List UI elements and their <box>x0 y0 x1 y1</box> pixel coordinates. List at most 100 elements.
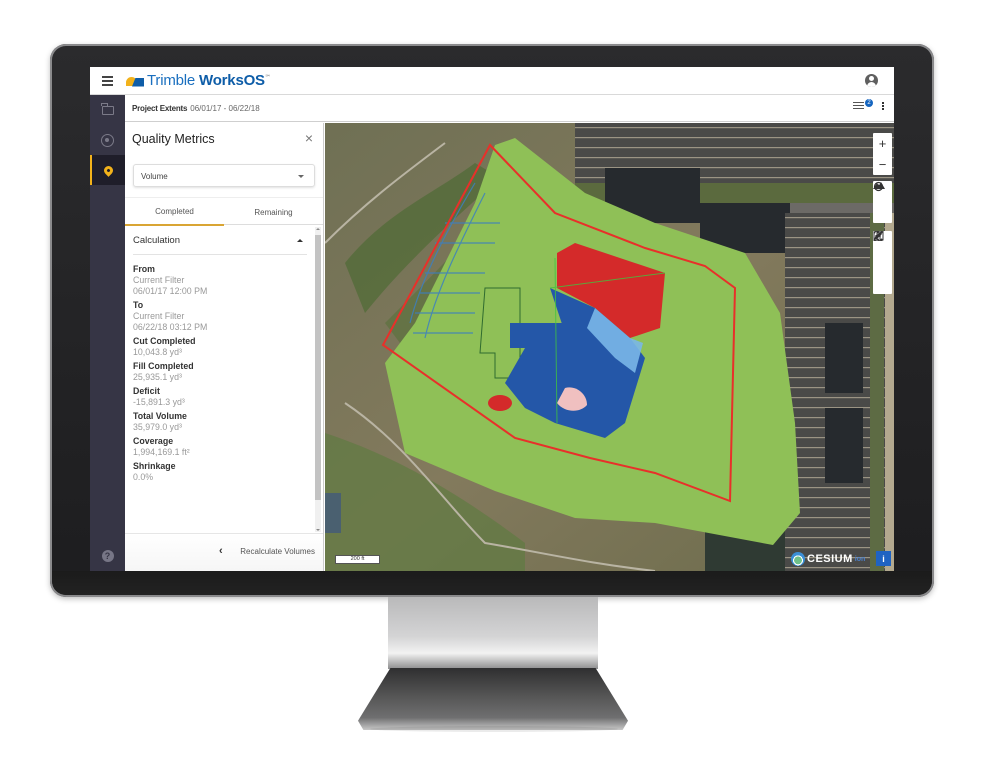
metric-label: To <box>133 300 144 310</box>
recalculate-volumes-button[interactable]: Recalculate Volumes <box>240 547 315 556</box>
building <box>825 323 863 393</box>
more-options-icon[interactable] <box>882 104 884 107</box>
metric-value: 06/01/17 12:00 PM <box>133 286 208 296</box>
account-icon[interactable] <box>865 74 878 87</box>
attribution-suffix: ion <box>854 555 866 563</box>
tab-remaining[interactable]: Remaining <box>224 198 323 226</box>
metric-label: From <box>133 264 155 274</box>
app-logo: Trimble WorksOS℠ <box>126 72 271 89</box>
app-title: Trimble WorksOS℠ <box>147 72 271 89</box>
cut-spot <box>488 395 512 411</box>
chevron-down-icon <box>298 175 304 178</box>
metric-value: 25,935.1 yd³ <box>133 372 182 382</box>
scroll-down-arrow[interactable] <box>316 529 320 531</box>
metric-fill-completed: Fill Completed 25,935.1 yd³ <box>133 361 305 383</box>
app-header: Trimble WorksOS℠ <box>90 67 894 95</box>
metric-to: To Current Filter 06/22/18 03:12 PM <box>133 300 305 333</box>
metric-label: Cut Completed <box>133 336 196 346</box>
sidebar-item-map[interactable] <box>90 155 125 185</box>
metric-total-volume: Total Volume 35,979.0 yd³ <box>133 411 305 433</box>
sidebar-item-projects[interactable] <box>90 95 125 125</box>
map-layers-button[interactable] <box>873 231 892 273</box>
view-controls <box>873 181 892 223</box>
menu-button[interactable] <box>90 67 124 95</box>
monitor-chin <box>52 571 932 595</box>
metric-from: From Current Filter 06/01/17 12:00 PM <box>133 264 305 297</box>
project-extents-label: Project Extents <box>132 103 188 113</box>
zoom-out-button[interactable]: − <box>873 154 892 175</box>
metric-type-select[interactable]: Volume <box>133 164 315 187</box>
cesium-logo-icon <box>791 552 805 566</box>
metric-value: Current Filter <box>133 275 185 285</box>
select-value: Volume <box>141 172 168 181</box>
brand-prefix: Trimble <box>147 72 196 89</box>
gauge-icon <box>101 133 114 147</box>
brand-mark: ℠ <box>264 75 271 81</box>
zoom-controls: + − <box>873 133 892 175</box>
metric-deficit: Deficit -15,891.3 yd³ <box>133 386 305 408</box>
date-range: 06/01/17 - 06/22/18 <box>190 103 260 113</box>
panel-title: Quality Metrics <box>132 132 215 146</box>
fill-pond <box>510 323 565 348</box>
scroll-up-arrow[interactable] <box>316 228 320 230</box>
metric-value: 35,979.0 yd³ <box>133 422 182 432</box>
brand-name: WorksOS <box>199 72 265 89</box>
metric-coverage: Coverage 1,994,169.1 ft² <box>133 436 305 458</box>
hamburger-icon <box>101 79 113 82</box>
metric-value: 1,994,169.1 ft² <box>133 447 190 457</box>
metric-tabs: Completed Remaining <box>125 197 323 226</box>
monitor-mockup: Trimble WorksOS℠ ? Project Extents 06/01… <box>0 0 1000 779</box>
metric-label: Shrinkage <box>133 461 176 471</box>
zoom-in-button[interactable]: + <box>873 133 892 154</box>
point-cloud-button[interactable] <box>873 231 892 294</box>
info-button[interactable]: i <box>876 551 891 566</box>
trimble-logo-icon <box>126 74 146 88</box>
tab-completed[interactable]: Completed <box>125 198 224 226</box>
metric-label: Total Volume <box>133 411 187 421</box>
calculation-section-header[interactable]: Calculation <box>133 235 307 255</box>
scatter-icon <box>873 231 883 241</box>
quality-metrics-panel: Quality Metrics × Volume Completed Remai… <box>125 123 324 571</box>
metric-label: Deficit <box>133 386 160 396</box>
metric-cut-completed: Cut Completed 10,043.8 yd³ <box>133 336 305 358</box>
left-sidebar: ? <box>90 95 125 571</box>
section-title: Calculation <box>133 235 180 246</box>
map-pin-icon <box>102 163 115 177</box>
metric-value: 10,043.8 yd³ <box>133 347 182 357</box>
filter-count-badge: 2 <box>865 98 873 107</box>
panel-scrollbar[interactable] <box>315 227 321 532</box>
metric-value: 06/22/18 03:12 PM <box>133 322 208 332</box>
mountain-icon <box>873 182 885 189</box>
attribution-name: CESIUM <box>807 553 853 565</box>
metric-value: 0.0% <box>133 472 154 482</box>
building <box>325 493 341 533</box>
panel-footer: ‹ Recalculate Volumes <box>125 533 323 571</box>
map-view[interactable]: + − 200 ft CESIUM ion i <box>325 123 894 571</box>
close-icon[interactable]: × <box>305 131 313 145</box>
collapse-icon <box>297 239 303 242</box>
stand-shadow <box>370 726 618 732</box>
app-screen: Trimble WorksOS℠ ? Project Extents 06/01… <box>90 67 894 571</box>
scrollbar-thumb[interactable] <box>315 235 321 500</box>
metric-label: Fill Completed <box>133 361 194 371</box>
collapse-panel-icon[interactable]: ‹ <box>219 545 223 557</box>
monitor-stand-neck <box>388 597 598 669</box>
metrics-list: From Current Filter 06/01/17 12:00 PM To… <box>133 264 305 486</box>
sidebar-item-dashboard[interactable] <box>90 125 125 155</box>
folder-icon <box>101 103 114 115</box>
scale-bar: 200 ft <box>335 555 380 564</box>
terrain-button[interactable] <box>873 182 892 223</box>
map-canvas <box>325 123 894 571</box>
metric-value: -15,891.3 yd³ <box>133 397 185 407</box>
sidebar-item-help[interactable]: ? <box>90 541 125 571</box>
building <box>825 408 863 483</box>
project-filter-bar: Project Extents 06/01/17 - 06/22/18 2 <box>125 95 894 122</box>
metric-label: Coverage <box>133 436 174 446</box>
cesium-attribution[interactable]: CESIUM ion <box>791 552 865 566</box>
metric-value: Current Filter <box>133 311 185 321</box>
filter-icon[interactable] <box>853 101 864 110</box>
monitor-stand-base <box>358 668 628 730</box>
help-icon: ? <box>101 550 114 562</box>
tool-controls <box>873 231 892 294</box>
metric-shrinkage: Shrinkage 0.0% <box>133 461 305 483</box>
